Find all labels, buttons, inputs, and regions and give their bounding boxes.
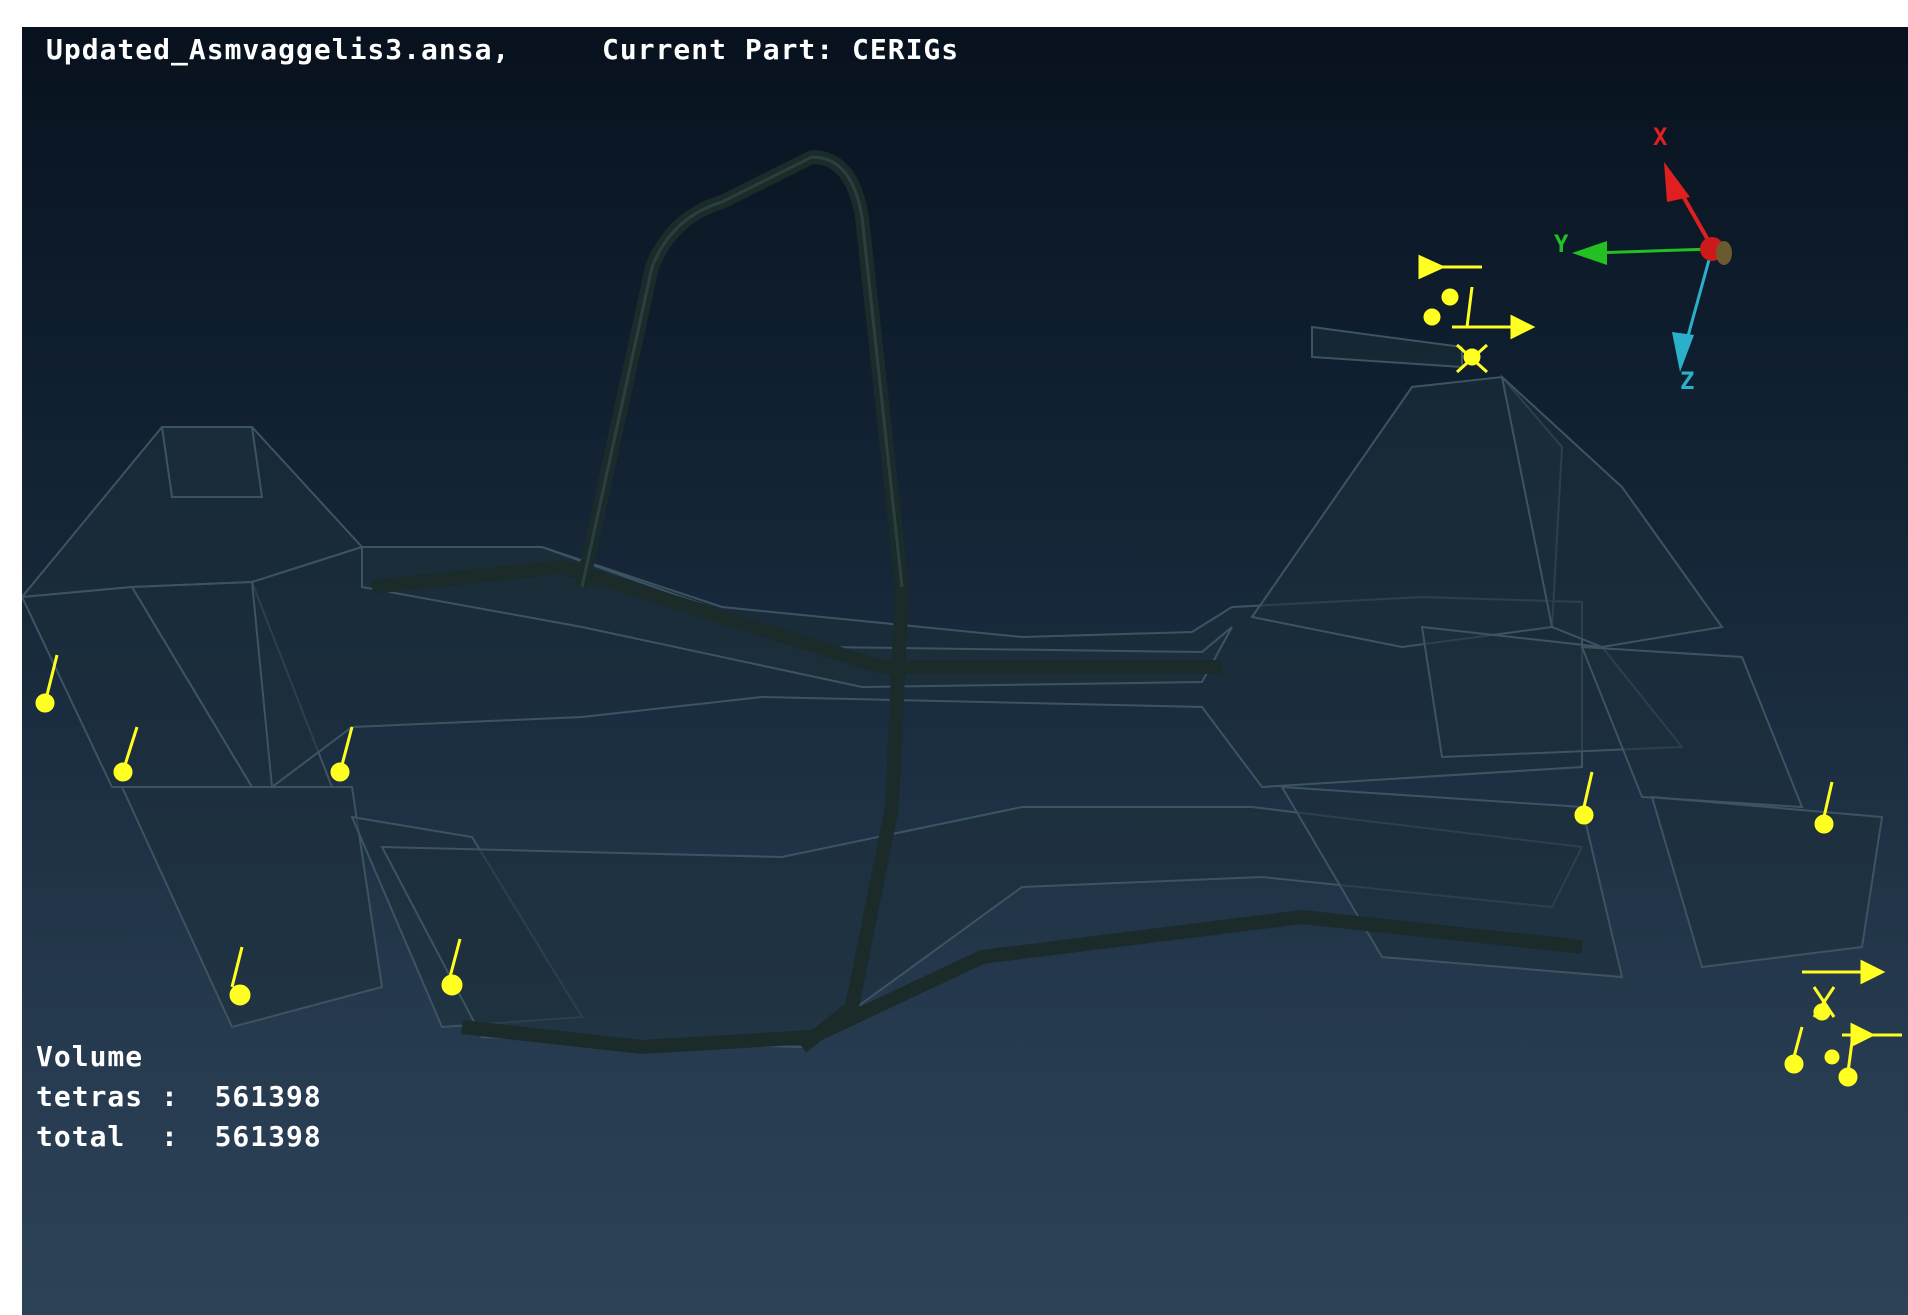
y-axis-label: Y [1554, 230, 1569, 258]
total-label: total : [36, 1120, 179, 1153]
yellow-arrow-icon [1574, 771, 1594, 825]
yellow-arrow-icon [35, 654, 59, 713]
tetras-label: tetras : [36, 1080, 179, 1113]
lower-left-box [120, 786, 384, 1029]
yellow-arrow-icon [1418, 254, 1482, 280]
total-value: 561398 [214, 1120, 322, 1153]
yellow-arrow-icon [1452, 314, 1536, 340]
file-name-label: Updated_Asmvaggelis3.ansa, [46, 33, 511, 66]
mesh-statistics: Volume tetras : 561398 total : 561398 [36, 1037, 322, 1157]
total-row: total : 561398 [36, 1117, 322, 1157]
3d-viewport[interactable]: X Y Z Updated_Asmvaggelis3.ansa, Current… [22, 27, 1908, 1315]
yellow-arrow-icon [1802, 959, 1886, 985]
left-tower-top [160, 426, 264, 498]
yellow-arrow-icon [1824, 1041, 1858, 1087]
yellow-arrow-icon [1784, 1026, 1804, 1074]
right-end-box [1650, 795, 1884, 969]
stats-heading: Volume [36, 1040, 144, 1073]
z-axis-label: Z [1680, 367, 1694, 395]
current-part-label: Current Part: CERIGs [602, 33, 960, 66]
yellow-arrow-icon [1812, 986, 1836, 1021]
right-rear-box [1580, 645, 1804, 809]
x-axis-label: X [1653, 123, 1668, 151]
xyz-triad-icon: X Y Z [1554, 123, 1732, 395]
tetras-row: tetras : 561398 [36, 1077, 322, 1117]
yellow-arrow-icon [1814, 781, 1834, 834]
right-arm [1311, 325, 1463, 369]
tetras-value: 561398 [214, 1080, 322, 1113]
